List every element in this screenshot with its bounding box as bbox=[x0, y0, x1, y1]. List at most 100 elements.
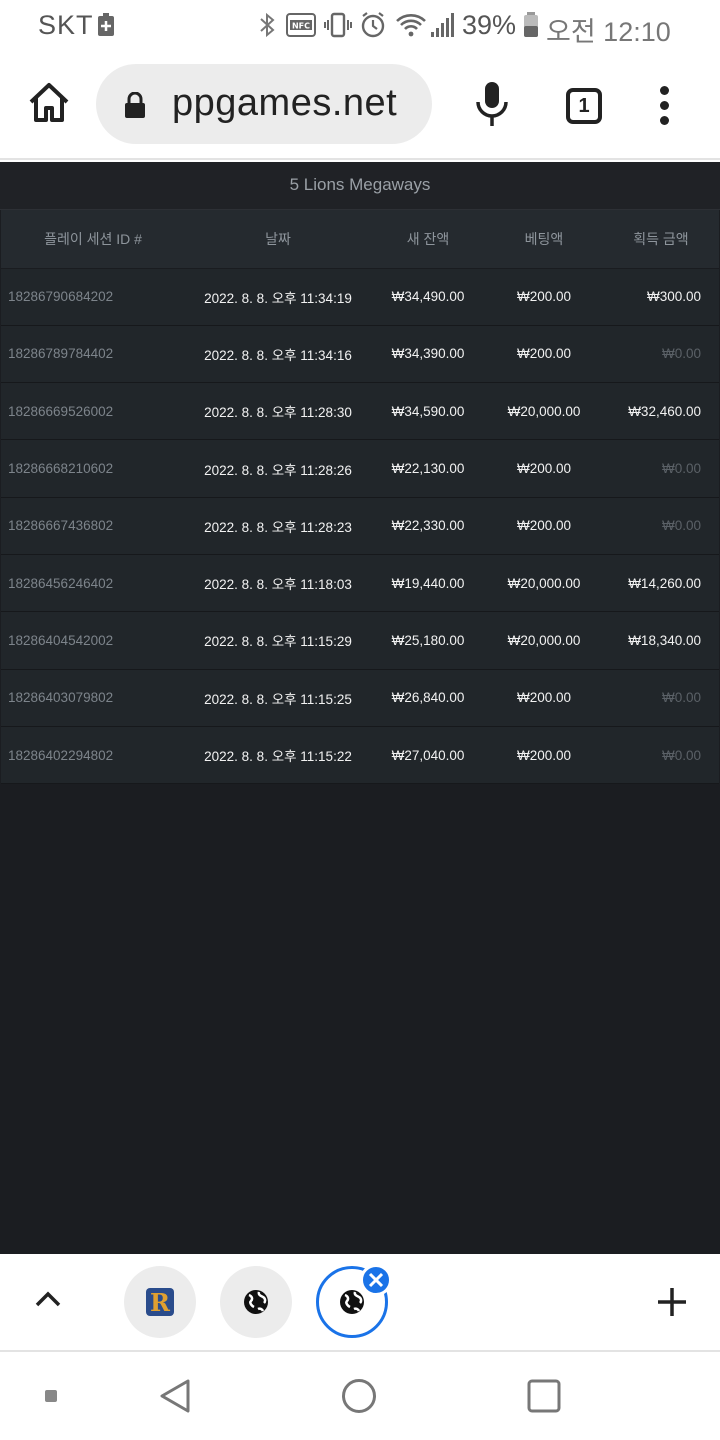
balance-cell: ₩34,590.00 bbox=[371, 382, 485, 441]
column-header-bet: 베팅액 bbox=[485, 210, 603, 269]
bet-cell: ₩200.00 bbox=[485, 726, 603, 785]
balance-cell: ₩19,440.00 bbox=[371, 554, 485, 613]
svg-text:NFC: NFC bbox=[292, 22, 310, 31]
tab-chip-2[interactable] bbox=[220, 1266, 292, 1338]
vibrate-icon bbox=[324, 12, 352, 38]
address-bar[interactable]: ppgames.net bbox=[96, 64, 432, 144]
balance-cell: ₩34,390.00 bbox=[371, 325, 485, 384]
win-cell: ₩18,340.00 bbox=[603, 611, 719, 670]
page-content: 5 Lions Megaways 플레이 세션 ID # 날짜 새 잔액 베팅액… bbox=[0, 162, 720, 1254]
session-id-cell: 18286669526002 bbox=[1, 382, 185, 441]
battery-icon bbox=[524, 12, 538, 37]
table-row[interactable]: 18286404542002 2022. 8. 8. 오후 11:15:29 ₩25… bbox=[1, 611, 719, 670]
home-icon[interactable] bbox=[26, 80, 72, 126]
tabs-icon[interactable]: 1 bbox=[566, 88, 602, 124]
table-row[interactable]: 18286403079802 2022. 8. 8. 오후 11:15:25 ₩26… bbox=[1, 669, 719, 727]
close-icon bbox=[368, 1272, 384, 1288]
bluetooth-icon bbox=[260, 12, 275, 38]
session-id-cell: 18286456246402 bbox=[1, 554, 185, 613]
signal-icon bbox=[431, 13, 454, 37]
session-id-cell: 18286403079802 bbox=[1, 669, 185, 727]
bet-cell: ₩200.00 bbox=[485, 268, 603, 326]
date-cell: 2022. 8. 8. 오후 11:15:25 bbox=[185, 669, 371, 727]
bet-cell: ₩20,000.00 bbox=[485, 382, 603, 441]
session-id-cell: 18286402294802 bbox=[1, 726, 185, 785]
globe-icon bbox=[244, 1290, 268, 1314]
date-cell: 2022. 8. 8. 오후 11:34:16 bbox=[185, 325, 371, 384]
date-cell: 2022. 8. 8. 오후 11:28:26 bbox=[185, 439, 371, 498]
table-row[interactable]: 18286790684202 2022. 8. 8. 오후 11:34:19 ₩34… bbox=[1, 268, 719, 326]
status-bar: SKT NFC 39% 오전 12:10 bbox=[0, 0, 720, 50]
balance-cell: ₩22,130.00 bbox=[371, 439, 485, 498]
date-cell: 2022. 8. 8. 오후 11:28:30 bbox=[185, 382, 371, 441]
bet-cell: ₩200.00 bbox=[485, 497, 603, 555]
bet-cell: ₩200.00 bbox=[485, 439, 603, 498]
bet-cell: ₩20,000.00 bbox=[485, 611, 603, 670]
close-tab-button[interactable] bbox=[360, 1264, 392, 1296]
session-id-cell: 18286404542002 bbox=[1, 611, 185, 670]
win-cell: ₩0.00 bbox=[603, 669, 719, 727]
clock: 오전 12:10 bbox=[546, 17, 671, 47]
nfc-icon: NFC bbox=[286, 13, 316, 37]
page-title: 5 Lions Megaways bbox=[0, 162, 720, 210]
system-nav-bar bbox=[0, 1352, 720, 1440]
table-row[interactable]: 18286789784402 2022. 8. 8. 오후 11:34:16 ₩34… bbox=[1, 325, 719, 384]
date-cell: 2022. 8. 8. 오후 11:18:03 bbox=[185, 554, 371, 613]
lock-icon bbox=[125, 92, 145, 118]
home-circle-icon[interactable] bbox=[341, 1378, 377, 1414]
win-cell: ₩32,460.00 bbox=[603, 382, 719, 441]
win-cell: ₩0.00 bbox=[603, 726, 719, 785]
overview-icon[interactable] bbox=[526, 1378, 562, 1414]
balance-cell: ₩26,840.00 bbox=[371, 669, 485, 727]
tab-chip-1[interactable]: R bbox=[124, 1266, 196, 1338]
session-id-cell: 18286667436802 bbox=[1, 497, 185, 555]
date-cell: 2022. 8. 8. 오후 11:15:22 bbox=[185, 726, 371, 785]
battery-percent: 39% bbox=[462, 10, 517, 40]
history-table: 플레이 세션 ID # 날짜 새 잔액 베팅액 획득 금액 1828679068… bbox=[1, 210, 719, 785]
session-id-cell: 18286668210602 bbox=[1, 439, 185, 498]
date-cell: 2022. 8. 8. 오후 11:28:23 bbox=[185, 497, 371, 555]
table-row[interactable]: 18286667436802 2022. 8. 8. 오후 11:28:23 ₩22… bbox=[1, 497, 719, 555]
globe-icon bbox=[340, 1290, 364, 1314]
win-cell: ₩0.00 bbox=[603, 325, 719, 384]
win-cell: ₩0.00 bbox=[603, 497, 719, 555]
balance-cell: ₩27,040.00 bbox=[371, 726, 485, 785]
carrier-label: SKT bbox=[38, 10, 94, 40]
date-cell: 2022. 8. 8. 오후 11:15:29 bbox=[185, 611, 371, 670]
chevron-up-icon[interactable] bbox=[34, 1290, 62, 1308]
win-cell: ₩14,260.00 bbox=[603, 554, 719, 613]
plus-icon[interactable] bbox=[656, 1286, 688, 1318]
table-row[interactable]: 18286668210602 2022. 8. 8. 오후 11:28:26 ₩22… bbox=[1, 439, 719, 498]
wifi-icon bbox=[396, 14, 426, 37]
table-row[interactable]: 18286402294802 2022. 8. 8. 오후 11:15:22 ₩27… bbox=[1, 726, 719, 785]
column-header-win: 획득 금액 bbox=[603, 210, 719, 269]
url-text: ppgames.net bbox=[172, 82, 398, 124]
win-cell: ₩300.00 bbox=[603, 268, 719, 326]
balance-cell: ₩25,180.00 bbox=[371, 611, 485, 670]
session-id-cell: 18286789784402 bbox=[1, 325, 185, 384]
win-cell: ₩0.00 bbox=[603, 439, 719, 498]
tab-count: 1 bbox=[578, 95, 590, 117]
balance-cell: ₩34,490.00 bbox=[371, 268, 485, 326]
bet-cell: ₩200.00 bbox=[485, 325, 603, 384]
recents-dot-icon[interactable] bbox=[44, 1389, 58, 1403]
svg-text:R: R bbox=[150, 1288, 171, 1316]
more-icon[interactable] bbox=[658, 86, 670, 126]
battery-saver-icon bbox=[98, 13, 114, 36]
table-header-row: 플레이 세션 ID # 날짜 새 잔액 베팅액 획득 금액 bbox=[1, 210, 719, 269]
column-header-date: 날짜 bbox=[185, 210, 371, 269]
alarm-icon bbox=[361, 12, 385, 38]
bet-cell: ₩200.00 bbox=[485, 669, 603, 727]
back-icon[interactable] bbox=[158, 1378, 192, 1414]
browser-toolbar: ppgames.net 1 bbox=[0, 50, 720, 160]
mic-icon[interactable] bbox=[474, 80, 510, 128]
session-id-cell: 18286790684202 bbox=[1, 268, 185, 326]
r-app-icon: R bbox=[146, 1288, 174, 1316]
bet-cell: ₩20,000.00 bbox=[485, 554, 603, 613]
tab-strip: R bbox=[0, 1254, 720, 1352]
table-row[interactable]: 18286456246402 2022. 8. 8. 오후 11:18:03 ₩19… bbox=[1, 554, 719, 613]
balance-cell: ₩22,330.00 bbox=[371, 497, 485, 555]
table-row[interactable]: 18286669526002 2022. 8. 8. 오후 11:28:30 ₩34… bbox=[1, 382, 719, 441]
column-header-balance: 새 잔액 bbox=[371, 210, 485, 269]
column-header-session-id: 플레이 세션 ID # bbox=[1, 210, 185, 269]
